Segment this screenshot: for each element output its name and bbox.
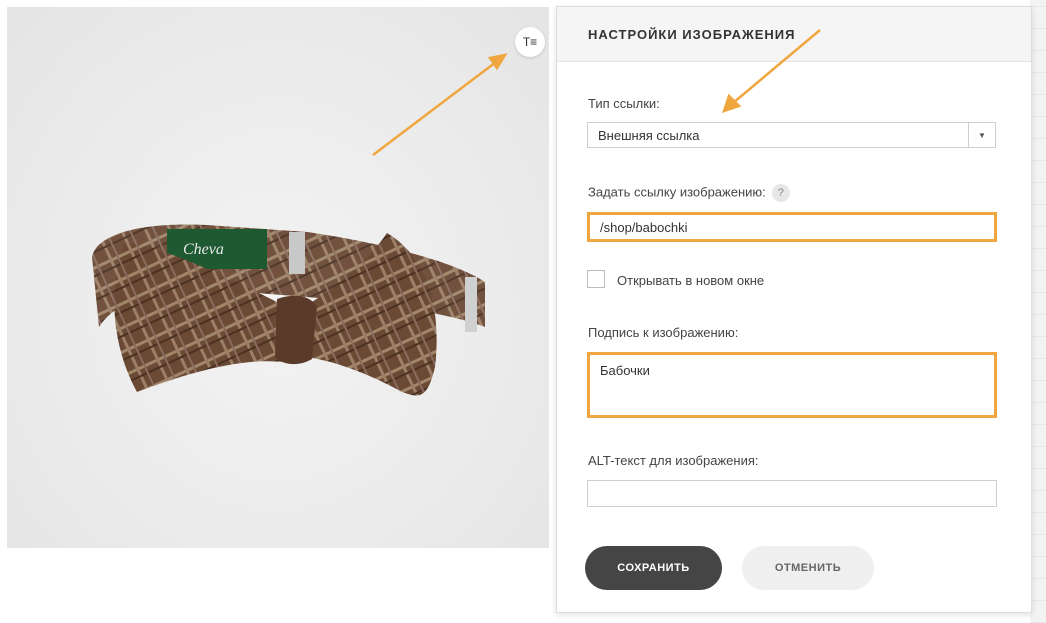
image-settings-panel: НАСТРОЙКИ ИЗОБРАЖЕНИЯ Тип ссылки: Внешня… xyxy=(556,6,1032,613)
panel-title: НАСТРОЙКИ ИЗОБРАЖЕНИЯ xyxy=(588,26,796,42)
link-type-select[interactable]: Внешняя ссылка ▼ xyxy=(587,122,996,148)
link-input[interactable] xyxy=(587,212,997,242)
text-format-icon: T≡ xyxy=(522,35,538,49)
panel-header: НАСТРОЙКИ ИЗОБРАЖЕНИЯ xyxy=(557,7,1031,62)
save-button[interactable]: СОХРАНИТЬ xyxy=(585,546,722,590)
background-wall xyxy=(1030,0,1046,623)
caption-text: Бабочки xyxy=(600,363,650,378)
cancel-button[interactable]: ОТМЕНИТЬ xyxy=(742,546,874,590)
caption-label: Подпись к изображению: xyxy=(588,325,739,340)
svg-text:Cheva: Cheva xyxy=(183,241,224,258)
help-icon[interactable]: ? xyxy=(771,184,790,202)
new-window-checkbox[interactable] xyxy=(587,270,605,288)
link-label-row: Задать ссылку изображению:? xyxy=(588,184,790,202)
new-window-label: Открывать в новом окне xyxy=(617,273,765,288)
caption-textarea[interactable]: Бабочки xyxy=(587,352,997,418)
chevron-down-icon[interactable]: ▼ xyxy=(968,123,995,147)
link-label: Задать ссылку изображению: xyxy=(588,184,766,200)
product-image[interactable]: Cheva T≡ xyxy=(7,7,549,548)
alt-label: ALT-текст для изображения: xyxy=(588,453,759,468)
link-type-label: Тип ссылки: xyxy=(588,96,660,111)
alt-input[interactable] xyxy=(587,480,997,507)
bow-tie-image: Cheva xyxy=(92,224,485,396)
text-toggle-button[interactable]: T≡ xyxy=(515,27,545,57)
link-type-value: Внешняя ссылка xyxy=(598,127,700,143)
